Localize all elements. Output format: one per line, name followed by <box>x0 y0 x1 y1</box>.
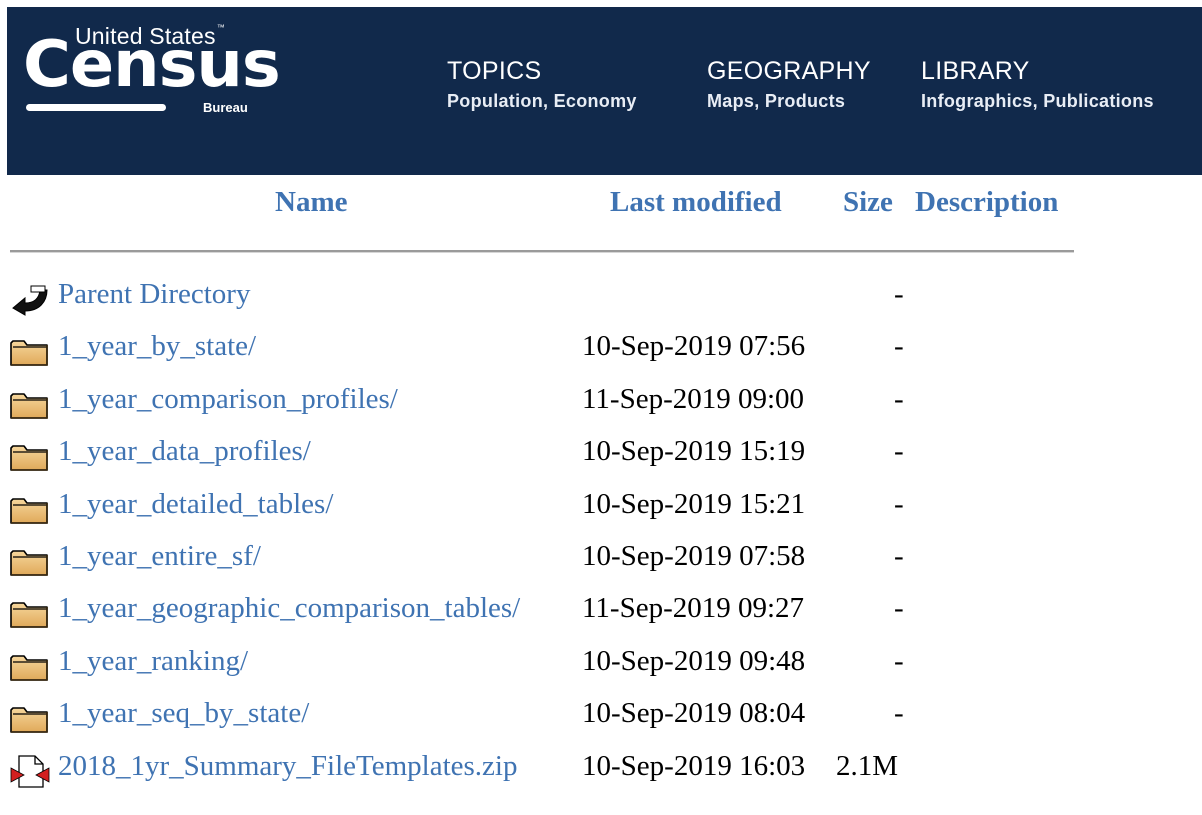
size-value: - <box>894 278 904 310</box>
folder-icon <box>9 701 51 735</box>
listing-row: 2018_1yr_Summary_FileTemplates.zip 10-Sep… <box>0 750 1202 794</box>
listing-row: 1_year_comparison_profiles/11-Sep-2019 0… <box>0 383 1202 427</box>
last-modified-value: 10-Sep-2019 07:56 <box>582 330 806 362</box>
size-value: - <box>894 540 904 572</box>
listing-link[interactable]: 1_year_comparison_profiles/ <box>58 383 398 416</box>
size-value: - <box>894 383 904 415</box>
listing-row: 1_year_detailed_tables/10-Sep-2019 15:21… <box>0 488 1202 532</box>
column-header-last-modified[interactable]: Last modified <box>610 186 782 219</box>
last-modified-value: 10-Sep-2019 16:03 <box>582 750 806 782</box>
listing-link[interactable]: 1_year_detailed_tables/ <box>58 488 333 521</box>
size-value: - <box>894 697 904 729</box>
size-value: - <box>894 592 904 624</box>
last-modified-value: 10-Sep-2019 08:04 <box>582 697 806 729</box>
folder-icon <box>9 544 51 578</box>
listing-row: 1_year_geographic_comparison_tables/11-S… <box>0 592 1202 636</box>
nav-library-subtitle[interactable]: Infographics, Publications <box>921 91 1154 112</box>
parent-directory-icon <box>9 282 51 316</box>
size-value: - <box>894 330 904 362</box>
last-modified-value: 10-Sep-2019 15:19 <box>582 435 806 467</box>
last-modified-value: 10-Sep-2019 09:48 <box>582 645 806 677</box>
listing-link[interactable]: 1_year_geographic_comparison_tables/ <box>58 592 520 625</box>
listing-link[interactable]: 1_year_by_state/ <box>58 330 256 363</box>
census-bureau-logo[interactable]: United States™ Census Bureau <box>23 21 281 121</box>
logo-underline <box>26 104 166 111</box>
logo-bureau-text: Bureau <box>203 100 248 115</box>
nav-geography[interactable]: GEOGRAPHY Maps, Products <box>707 57 871 112</box>
nav-library[interactable]: LIBRARY Infographics, Publications <box>921 57 1154 112</box>
listing-link[interactable]: 2018_1yr_Summary_FileTemplates.zip <box>58 750 517 783</box>
listing-link[interactable]: Parent Directory <box>58 278 250 311</box>
last-modified-value: 11-Sep-2019 09:27 <box>582 592 805 624</box>
size-value: - <box>894 435 904 467</box>
listing-row: 1_year_data_profiles/10-Sep-2019 15:19 - <box>0 435 1202 479</box>
folder-icon <box>9 334 51 368</box>
size-value: - <box>894 645 904 677</box>
nav-geography-title[interactable]: GEOGRAPHY <box>707 57 871 85</box>
nav-topics[interactable]: TOPICS Population, Economy <box>447 57 637 112</box>
folder-icon <box>9 387 51 421</box>
nav-geography-subtitle[interactable]: Maps, Products <box>707 91 871 112</box>
compressed-file-icon <box>9 754 51 788</box>
site-header: United States™ Census Bureau TOPICS Popu… <box>7 7 1202 175</box>
folder-icon <box>9 649 51 683</box>
listing-row: 1_year_ranking/10-Sep-2019 09:48 - <box>0 645 1202 689</box>
last-modified-value: 10-Sep-2019 15:21 <box>582 488 806 520</box>
logo-census-text: Census <box>23 28 281 102</box>
column-header-size[interactable]: Size <box>843 186 893 219</box>
last-modified-value: 11-Sep-2019 09:00 <box>582 383 805 415</box>
listing-row: Parent Directory - <box>0 278 1202 322</box>
nav-topics-subtitle[interactable]: Population, Economy <box>447 91 637 112</box>
nav-topics-title[interactable]: TOPICS <box>447 57 637 85</box>
last-modified-value: 10-Sep-2019 07:58 <box>582 540 806 572</box>
listing-row: 1_year_seq_by_state/10-Sep-2019 08:04 - <box>0 697 1202 741</box>
size-value: - <box>894 488 904 520</box>
listing-link[interactable]: 1_year_ranking/ <box>58 645 248 678</box>
listing-link[interactable]: 1_year_data_profiles/ <box>58 435 311 468</box>
size-value: 2.1M <box>836 750 899 782</box>
nav-library-title[interactable]: LIBRARY <box>921 57 1154 85</box>
listing-row: 1_year_by_state/10-Sep-2019 07:56 - <box>0 330 1202 374</box>
column-header-name[interactable]: Name <box>275 186 347 219</box>
folder-icon <box>9 492 51 526</box>
listing-row: 1_year_entire_sf/10-Sep-2019 07:58 - <box>0 540 1202 584</box>
listing-link[interactable]: 1_year_entire_sf/ <box>58 540 261 573</box>
header-divider <box>10 250 1074 253</box>
folder-icon <box>9 439 51 473</box>
column-header-description[interactable]: Description <box>915 186 1058 219</box>
listing-link[interactable]: 1_year_seq_by_state/ <box>58 697 309 730</box>
folder-icon <box>9 596 51 630</box>
